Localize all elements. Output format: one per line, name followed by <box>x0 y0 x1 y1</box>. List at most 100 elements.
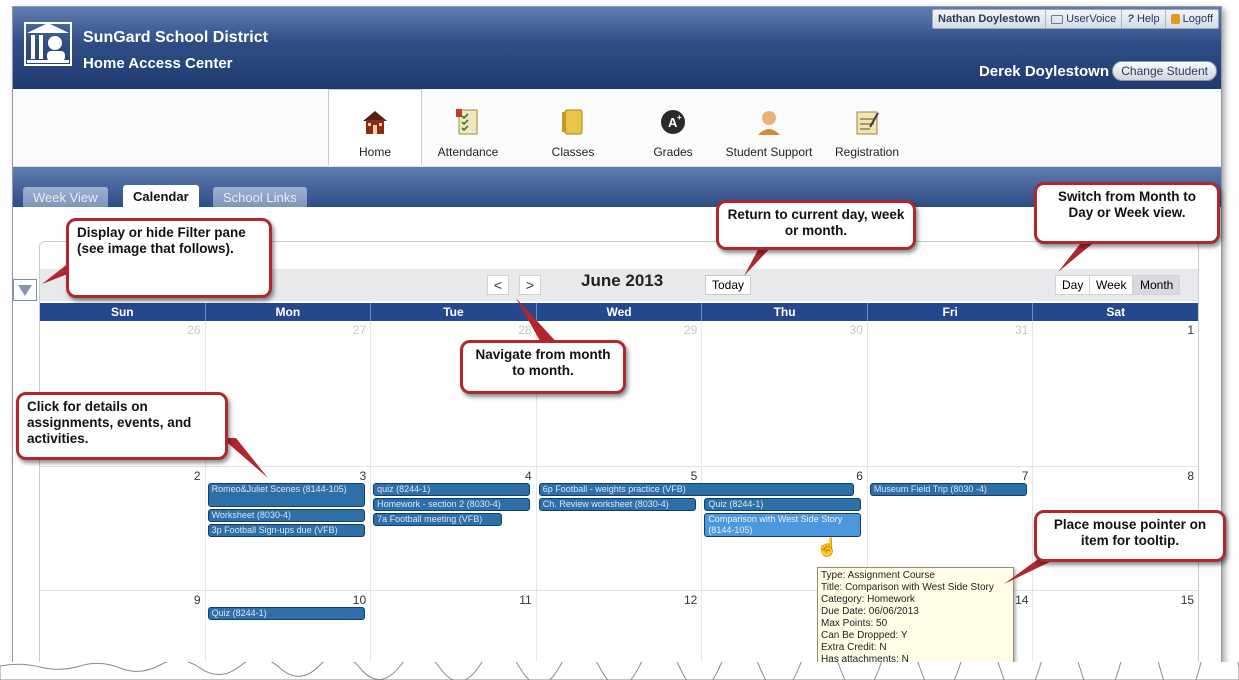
day-number: 3 <box>359 469 367 483</box>
uservoice-link[interactable]: UserVoice <box>1046 10 1123 28</box>
tab-school-links[interactable]: School Links <box>213 187 307 208</box>
day-cell[interactable]: 11 <box>371 591 537 669</box>
logged-in-user: Nathan Doylestown <box>933 10 1047 28</box>
nav-home[interactable]: Home <box>328 89 422 165</box>
weekday-mon: Mon <box>206 303 372 321</box>
calendar-event[interactable]: quiz (8244-1) <box>373 483 531 496</box>
callout-details: Click for details on assignments, events… <box>16 392 228 460</box>
help-label: Help <box>1136 13 1160 25</box>
view-day-button[interactable]: Day <box>1055 275 1091 295</box>
calendar-event[interactable]: Ch. Review worksheet (8030-4) <box>538 498 696 511</box>
nav-classes[interactable]: Classes <box>533 89 613 165</box>
day-number: 11 <box>519 593 532 607</box>
change-student-button[interactable]: Change Student <box>1112 61 1217 81</box>
calendar-event[interactable]: Quiz (8244-1) <box>207 607 365 620</box>
funnel-icon <box>18 284 32 296</box>
day-number: 5 <box>690 469 698 483</box>
app-window: SunGard School District Home Access Cent… <box>12 6 1222 670</box>
calendar-event[interactable]: Romeo&Juliet Scenes (8144-105) <box>207 483 365 507</box>
day-number: 31 <box>1015 323 1029 337</box>
student-name: Derek Doylestown <box>978 63 1109 80</box>
calendar-event[interactable]: Museum Field Trip (8030 -4) <box>869 483 1027 496</box>
day-number: 4 <box>525 469 532 483</box>
nav-student-support-label: Student Support <box>725 145 813 159</box>
top-links: Nathan Doylestown UserVoice ? Help Logoff <box>932 9 1219 29</box>
day-number: 6 <box>856 469 863 483</box>
calendar-event[interactable]: Worksheet (8030-4) <box>207 509 365 522</box>
day-number: 10 <box>352 593 367 607</box>
day-cell[interactable]: 10 Quiz (8244-1) <box>206 591 372 669</box>
nav-attendance-label: Attendance <box>437 145 499 159</box>
tooltip-line: Extra Credit: N <box>821 642 887 653</box>
day-cell[interactable]: 3 Romeo&Juliet Scenes (8144-105) Workshe… <box>206 467 372 590</box>
nav-grades[interactable]: A + Grades <box>633 89 713 165</box>
nav-attendance[interactable]: Attendance <box>428 89 508 165</box>
calendar-event[interactable]: Homework - section 2 (8030-4) <box>373 498 531 511</box>
nav-grades-label: Grades <box>653 145 693 159</box>
help-link[interactable]: ? Help <box>1122 10 1166 28</box>
tooltip-line: Max Points: 50 <box>821 618 888 629</box>
day-cell[interactable]: 9 <box>40 591 206 669</box>
day-number: 14 <box>1015 593 1029 607</box>
calendar-event[interactable]: Quiz (8244-1) <box>704 498 862 511</box>
next-month-button[interactable]: > <box>519 275 541 295</box>
tab-week-view[interactable]: Week View <box>23 187 108 208</box>
day-number: 12 <box>683 593 698 607</box>
student-person-icon <box>758 111 780 135</box>
day-cell[interactable]: 27 <box>206 321 372 466</box>
view-week-button[interactable]: Week <box>1089 275 1134 295</box>
tab-calendar[interactable]: Calendar <box>123 185 199 208</box>
home-icon <box>363 111 387 134</box>
day-cell[interactable]: 15 <box>1033 591 1198 669</box>
day-number: 15 <box>1180 593 1195 607</box>
district-name: SunGard School District <box>83 29 268 46</box>
today-button[interactable]: Today <box>705 275 752 295</box>
day-number: 29 <box>683 323 698 337</box>
registration-clipboard-icon <box>856 111 879 135</box>
nav-registration[interactable]: Registration <box>827 89 907 165</box>
view-month-button[interactable]: Month <box>1133 275 1181 295</box>
day-cell[interactable]: 4 quiz (8244-1) Homework - section 2 (80… <box>371 467 537 590</box>
filter-toggle-button[interactable] <box>13 279 37 301</box>
tooltip-line: Title: Comparison with West Side Story <box>821 582 994 593</box>
app-header: SunGard School District Home Access Cent… <box>13 7 1221 89</box>
day-cell[interactable]: 31 <box>868 321 1034 466</box>
svg-text:+: + <box>677 113 682 122</box>
day-cell[interactable]: 30 <box>702 321 868 466</box>
tooltip-line: Type: Assignment Course <box>821 570 935 581</box>
day-number: 7 <box>1021 469 1029 483</box>
day-cell[interactable]: 1 <box>1033 321 1198 466</box>
uservoice-icon <box>1051 14 1064 24</box>
logoff-label: Logoff <box>1182 13 1213 25</box>
logoff-link[interactable]: Logoff <box>1166 10 1218 28</box>
calendar-event[interactable]: 7a Football meeting (VFB) <box>373 513 503 526</box>
callout-switch-view: Switch from Month to Day or Week view. <box>1034 182 1220 244</box>
tooltip-line: Category: Homework <box>821 594 915 605</box>
week-row: 2 3 Romeo&Juliet Scenes (8144-105) Works… <box>40 467 1198 591</box>
day-number: 27 <box>352 323 367 337</box>
lock-icon <box>1170 14 1180 24</box>
nav-student-support[interactable]: Student Support <box>719 89 819 165</box>
main-nav: Home Attendance Classes A + Grades Stude… <box>13 89 1221 167</box>
calendar-event[interactable]: 3p Football Sign-ups due (VFB) <box>207 524 365 537</box>
district-logo-icon <box>24 22 72 66</box>
day-number: 9 <box>193 593 201 607</box>
event-tooltip: Type: Assignment Course Title: Compariso… <box>817 567 1014 669</box>
day-cell[interactable]: 12 <box>537 591 703 669</box>
weekday-sat: Sat <box>1106 305 1126 319</box>
torn-edge <box>0 662 1239 680</box>
day-number: 2 <box>193 469 201 483</box>
weekday-tue: Tue <box>371 303 537 321</box>
day-number: 8 <box>1187 469 1195 483</box>
callout-navigate: Navigate from month to month. <box>460 340 626 394</box>
weekday-thu: Thu <box>702 303 868 321</box>
day-cell[interactable]: 2 <box>40 467 206 590</box>
day-cell[interactable]: 5 6p Football - weights practice (VFB) C… <box>537 467 854 590</box>
calendar-event-highlighted[interactable]: Comparison with West Side Story (8144-10… <box>704 513 862 537</box>
weekday-header: Sun Mon Tue Wed Thu Fri Sat <box>40 303 1198 321</box>
callout-today: Return to current day, week or month. <box>716 200 916 250</box>
weekday-sun: Sun <box>40 303 206 321</box>
classes-notebook-icon <box>562 109 583 135</box>
callout-filter: Display or hide Filter pane (see image t… <box>66 218 272 298</box>
prev-month-button[interactable]: < <box>487 275 509 295</box>
